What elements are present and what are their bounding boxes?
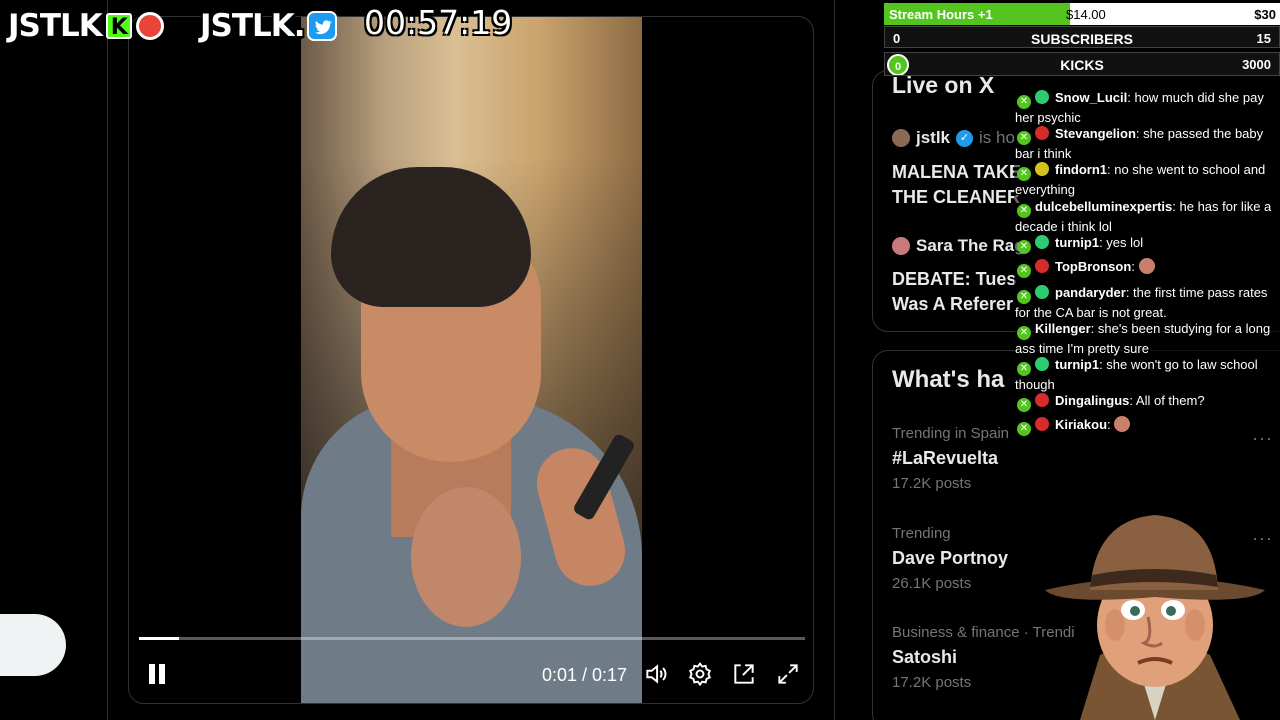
detective-mascot [1045, 515, 1265, 720]
record-icon [135, 12, 164, 40]
gear-icon [689, 662, 711, 687]
chat-text: no she went to school and everything [1015, 162, 1266, 197]
subscribers-goal: 0 SUBSCRIBERS 15 [884, 26, 1280, 48]
space-title-2[interactable]: DEBATE: Tues Was A Referer [892, 267, 1022, 317]
chat-message: ✕ dulcebelluminexpertis: he has for like … [1015, 199, 1272, 234]
chat-username[interactable]: pandaryder [1055, 285, 1126, 300]
subscriber-badge-icon [1035, 285, 1049, 299]
subscriber-badge-icon [1035, 393, 1049, 407]
chat-username[interactable]: Dingalingus [1055, 393, 1129, 408]
pause-button[interactable] [145, 661, 169, 687]
moderator-badge-icon: ✕ [1017, 422, 1031, 436]
post-button[interactable] [0, 614, 66, 676]
expand-icon [778, 664, 798, 684]
chat-username[interactable]: turnip1 [1055, 357, 1099, 372]
moderator-badge-icon: ✕ [1017, 95, 1031, 109]
avatar [892, 237, 910, 255]
chat-message: ✕ turnip1: she won't go to law school tho… [1015, 357, 1258, 392]
moderator-badge-icon: ✕ [1017, 290, 1031, 304]
fullscreen-button[interactable] [775, 661, 803, 689]
chat-message: ✕ findorn1: no she went to school and eve… [1015, 162, 1266, 197]
chat-text: the first time pass rates for the CA bar… [1015, 285, 1268, 320]
video-progress-bar[interactable] [139, 637, 805, 640]
chat-message: ✕ Dingalingus: All of them? [1015, 392, 1277, 412]
chat-text: she won't go to law school though [1015, 357, 1258, 392]
space-title-1[interactable]: MALENA TAKE THE CLEANER [892, 160, 1022, 210]
avatar [892, 129, 910, 147]
chat-message: ✕ Killenger: she's been studying for a lo… [1015, 321, 1271, 356]
trend-item[interactable]: Trending Dave Portnoy 26.1K posts [892, 525, 1008, 592]
trends-heading: What's ha [892, 366, 1005, 393]
chat-text: how much did she pay her psychic [1015, 90, 1264, 125]
chat-username[interactable]: findorn1 [1055, 162, 1107, 177]
moderator-badge-icon: ✕ [1017, 264, 1031, 278]
kicks-goal: 0 KICKS 3000 [884, 52, 1280, 76]
chat-message: ✕ Kiriakou: [1015, 416, 1277, 436]
video-player[interactable]: 0:01 / 0:17 [128, 16, 814, 704]
chat-username[interactable]: turnip1 [1055, 235, 1099, 250]
chat-message: ✕ Stevangelion: she passed the baby bar i… [1015, 126, 1264, 161]
moderator-badge-icon: ✕ [1017, 398, 1031, 412]
chat-message: ✕ pandaryder: the first time pass rates f… [1015, 285, 1268, 320]
volume-icon [646, 664, 667, 684]
subscriber-badge-icon [1035, 162, 1049, 176]
subscriber-badge-icon [1035, 259, 1049, 273]
space-host-2[interactable]: Sara The Rag [892, 236, 1025, 256]
pip-button[interactable] [731, 661, 759, 689]
chat-username[interactable]: TopBronson [1055, 259, 1131, 274]
subscriber-badge-icon [1035, 357, 1049, 371]
chat-text: All of them? [1135, 393, 1205, 408]
emote-icon [1138, 258, 1155, 274]
video-frame [301, 17, 642, 703]
live-on-x-title: Live on X [892, 72, 995, 98]
chat-message: ✕ turnip1: yes lol [1015, 234, 1277, 254]
emote-icon [1114, 416, 1131, 432]
trend-item[interactable]: Trending in Spain #LaRevuelta 17.2K post… [892, 425, 1009, 492]
settings-button[interactable] [687, 661, 715, 689]
stream-hours-goal: Stream Hours +1 $14.00 $30 [884, 3, 1280, 25]
video-time: 0:01 / 0:17 [542, 665, 628, 685]
moderator-badge-icon: ✕ [1017, 167, 1031, 181]
twitter-bird-icon [306, 11, 337, 41]
x-logo: JSTLK. [200, 6, 337, 46]
subscriber-badge-icon [1035, 90, 1049, 104]
chat-username[interactable]: dulcebelluminexpertis [1035, 199, 1172, 214]
subscriber-badge-icon [1035, 126, 1049, 140]
kick-icon: K [105, 13, 132, 40]
volume-button[interactable] [643, 661, 671, 689]
pip-icon [734, 664, 754, 684]
subscriber-badge-icon [1035, 235, 1049, 249]
stream-timer: 00:57:19 [364, 3, 513, 42]
chat-message: ✕ TopBronson: [1015, 258, 1277, 278]
moderator-badge-icon: ✕ [1017, 131, 1031, 145]
chat-username[interactable]: Killenger [1035, 321, 1091, 336]
moderator-badge-icon: ✕ [1017, 362, 1031, 376]
verified-badge-icon: ✓ [956, 129, 974, 147]
chat-text: yes lol [1106, 235, 1144, 250]
moderator-badge-icon: ✕ [1017, 204, 1031, 218]
left-nav-column [0, 0, 108, 720]
moderator-badge-icon: ✕ [1017, 240, 1031, 254]
chat-username[interactable]: Kiriakou [1055, 417, 1107, 432]
video-progress-fill [139, 637, 179, 640]
space-host-1[interactable]: jstlk ✓ is ho [892, 128, 1015, 148]
chat-message: ✕ Snow_Lucil: how much did she pay her ps… [1015, 90, 1264, 125]
moderator-badge-icon: ✕ [1017, 326, 1031, 340]
kick-logo: JSTLK K [8, 6, 164, 46]
subscriber-badge-icon [1035, 417, 1049, 431]
chat-username[interactable]: Stevangelion [1055, 126, 1136, 141]
chat-username[interactable]: Snow_Lucil [1055, 90, 1127, 105]
